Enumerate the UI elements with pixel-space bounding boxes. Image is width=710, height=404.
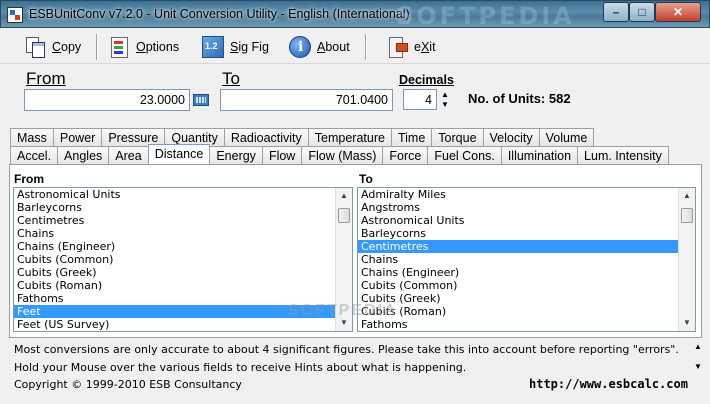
tab-angles[interactable]: Angles [57, 146, 110, 164]
sigfig-button[interactable]: Sig Fig [202, 34, 269, 60]
tab-row-2: Accel. Angles Area Distance Energy Flow Flow (… [10, 144, 669, 164]
to-list-title: To [359, 172, 373, 186]
list-item[interactable]: Centimetres [14, 214, 352, 227]
tab-time[interactable]: Time [390, 128, 433, 146]
hint-line-1: Most conversions are only accurate to ab… [14, 343, 679, 356]
list-item[interactable]: Astronomical Units [14, 188, 352, 201]
to-unit-list[interactable]: Admiralty Miles Angstroms Astronomical Uni… [357, 187, 696, 332]
tab-accel[interactable]: Accel. [10, 146, 59, 164]
tab-flow-mass[interactable]: Flow (Mass) [301, 146, 384, 164]
list-item[interactable]: Chains (Engineer) [14, 240, 352, 253]
about-label: About [317, 40, 350, 54]
hint-line-2: Hold your Mouse over the various fields … [14, 361, 467, 374]
list-item[interactable]: Chains (Engineer) [358, 266, 695, 279]
decimals-label: Decimals [399, 73, 454, 87]
list-item[interactable]: Cubits (Common) [358, 279, 695, 292]
copy-button[interactable]: Copy [24, 34, 81, 60]
calculator-icon[interactable] [193, 94, 209, 106]
list-item[interactable]: Centimetres [358, 240, 695, 253]
scroll-thumb[interactable] [681, 208, 693, 223]
title-bar: ESBUnitConv v7.2.0 - Unit Conversion Uti… [0, 0, 710, 30]
list-item[interactable]: Chains [14, 227, 352, 240]
app-icon [7, 7, 23, 23]
tab-radioactivity[interactable]: Radioactivity [223, 128, 309, 146]
spin-down-icon[interactable]: ▼ [440, 101, 450, 109]
to-label: To [222, 69, 240, 88]
hint-scrollbar[interactable]: ▲ ▼ [693, 342, 703, 377]
copyright-text: Copyright © 1999-2010 ESB Consultancy [14, 378, 242, 391]
tab-mass[interactable]: Mass [10, 128, 54, 146]
options-icon [108, 36, 130, 58]
watermark-overlay: SOFTPEDIA [288, 302, 398, 319]
about-icon [289, 36, 311, 58]
tab-row-1: Mass Power Pressure Quantity Radioactivity Te… [10, 128, 595, 146]
window-title: ESBUnitConv v7.2.0 - Unit Conversion Uti… [29, 7, 410, 21]
list-item[interactable]: Barleycorns [14, 201, 352, 214]
tab-force[interactable]: Force [382, 146, 429, 164]
tab-volume[interactable]: Volume [538, 128, 595, 146]
scroll-down-icon[interactable]: ▼ [679, 315, 695, 331]
toolbar-separator [96, 34, 98, 60]
list-item[interactable]: Astronomical Units [358, 214, 695, 227]
toolbar-separator [365, 34, 367, 60]
options-label: Options [136, 40, 180, 54]
options-button[interactable]: Options [108, 34, 179, 60]
sigfig-label: Sig Fig [230, 40, 269, 54]
from-value-field[interactable]: 23.0000 [24, 89, 190, 111]
copy-icon [24, 36, 46, 58]
exit-icon [386, 36, 408, 58]
scroll-up-icon[interactable]: ▲ [679, 188, 695, 204]
units-count: No. of Units: 582 [468, 91, 571, 106]
list-item[interactable]: Fathoms [358, 318, 695, 331]
tab-distance[interactable]: Distance [147, 144, 211, 164]
list-item[interactable]: Cubits (Greek) [14, 266, 352, 279]
scroll-up-icon[interactable]: ▲ [336, 188, 352, 204]
watermark: SOFTPEDIA [396, 2, 575, 30]
exit-button[interactable]: eXit [386, 34, 436, 60]
to-list-scrollbar[interactable]: ▲ ▼ [678, 188, 695, 331]
tab-temperature[interactable]: Temperature [307, 128, 392, 146]
to-value-field[interactable]: 701.0400 [220, 89, 393, 111]
spin-up-icon[interactable]: ▲ [440, 91, 450, 99]
about-button[interactable]: About [289, 34, 350, 60]
tab-flow[interactable]: Flow [261, 146, 303, 164]
tab-energy[interactable]: Energy [209, 146, 263, 164]
list-item[interactable]: Cubits (Greek) [358, 292, 695, 305]
decimals-field[interactable]: 4 [403, 89, 437, 110]
tab-power[interactable]: Power [52, 128, 103, 146]
maximize-button[interactable]: □ [629, 2, 655, 22]
list-item[interactable]: Cubits (Roman) [358, 305, 695, 318]
minimize-button[interactable]: – [603, 2, 629, 22]
list-item[interactable]: Admiralty Miles [358, 188, 695, 201]
tab-area[interactable]: Area [108, 146, 149, 164]
toolbar: Copy Options Sig Fig About eXit [0, 28, 710, 64]
list-item[interactable]: Barleycorns [358, 227, 695, 240]
from-label: From [26, 69, 66, 88]
sigfig-icon [202, 36, 224, 58]
tab-illumination[interactable]: Illumination [500, 146, 579, 164]
list-item[interactable]: Cubits (Common) [14, 253, 352, 266]
tab-velocity[interactable]: Velocity [482, 128, 540, 146]
list-item[interactable]: Chains [358, 253, 695, 266]
tab-lum-intensity[interactable]: Lum. Intensity [577, 146, 669, 164]
copy-label: Copy [52, 40, 82, 54]
list-item[interactable]: Angstroms [358, 201, 695, 214]
exit-label: eXit [414, 40, 436, 54]
from-list-title: From [14, 172, 44, 186]
scroll-thumb[interactable] [338, 208, 350, 223]
website-link[interactable]: http://www.esbcalc.com [529, 377, 688, 391]
list-item[interactable]: Cubits (Roman) [14, 279, 352, 292]
tab-torque[interactable]: Torque [431, 128, 484, 146]
tab-fuel-cons[interactable]: Fuel Cons. [427, 146, 502, 164]
close-button[interactable]: ✕ [655, 2, 701, 22]
